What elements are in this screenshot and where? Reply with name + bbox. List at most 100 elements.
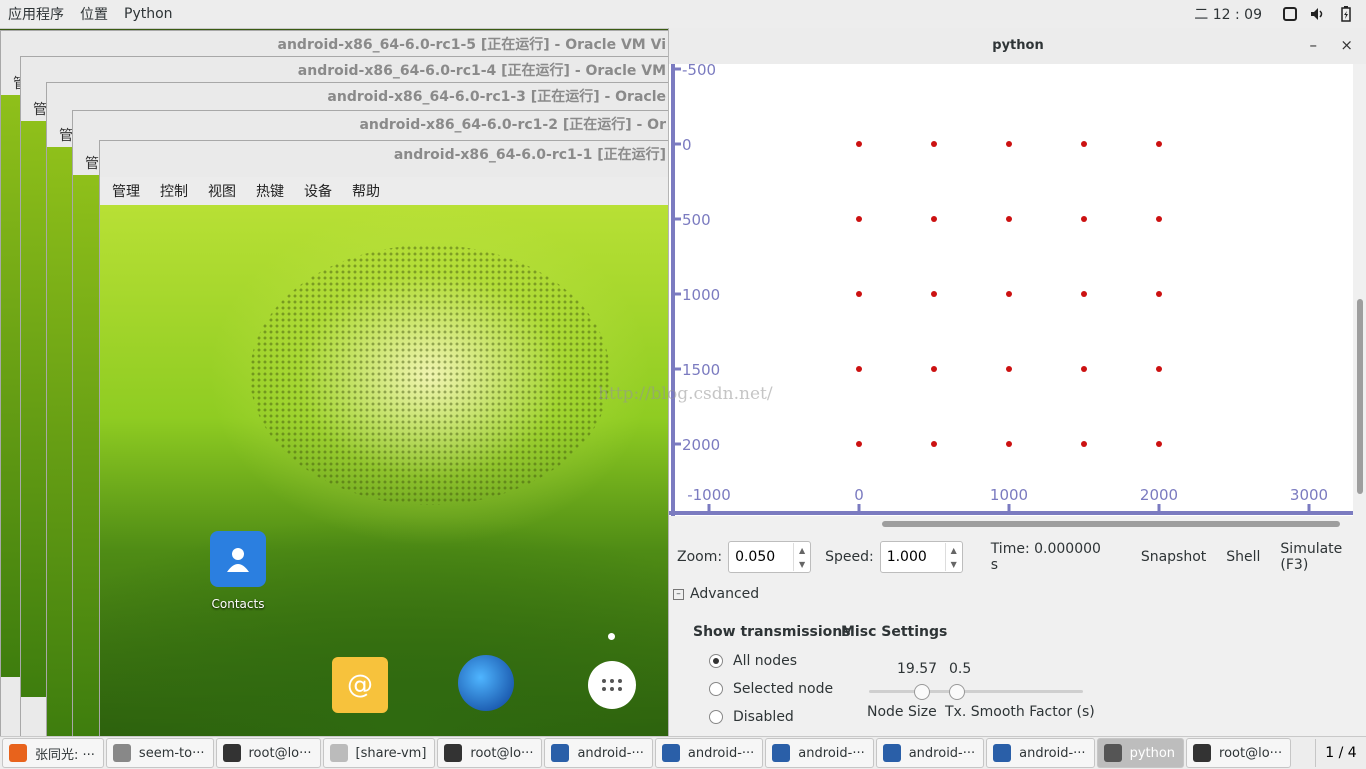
browser-globe-icon[interactable] [458, 655, 514, 711]
taskbar-item[interactable]: [share-vm] [322, 738, 436, 768]
taskbar-item[interactable]: root@lo··· [437, 738, 543, 768]
snapshot-button[interactable]: Snapshot [1141, 549, 1206, 565]
vm-menu-edge[interactable]: 管 [33, 99, 47, 119]
top-panel: 应用程序 位置 Python 二 12 : 09 [0, 0, 1366, 29]
window-icon[interactable] [1282, 6, 1298, 22]
taskbar-item[interactable]: seem-to··· [105, 738, 214, 768]
vm-menu-view[interactable]: 视图 [208, 181, 236, 201]
chevron-up-icon[interactable]: ▲ [951, 546, 957, 555]
taskbar-item-label: 张同光: ··· [35, 747, 95, 763]
node-point [1156, 216, 1162, 222]
taskbar-item[interactable]: 张同光: ··· [2, 738, 104, 768]
app-icon [1193, 744, 1212, 762]
menu-applications[interactable]: 应用程序 [0, 4, 72, 24]
taskbar-item-label: android-··· [798, 745, 865, 761]
chevron-down-icon[interactable]: ▼ [951, 560, 957, 569]
clock[interactable]: 二 12 : 09 [1194, 4, 1262, 24]
vm-menu-edge[interactable]: 管 [59, 125, 73, 145]
taskbar-item-label: android-··· [1019, 745, 1086, 761]
vm-window-title: android-x86_64-6.0-rc1-5 [正在运行] - Oracle… [277, 37, 666, 53]
advanced-expander[interactable]: – Advanced [673, 586, 759, 602]
node-point [1156, 141, 1162, 147]
horizontal-scrollbar[interactable] [669, 516, 1353, 532]
node-point [931, 366, 937, 372]
android-home-screen[interactable]: Contacts @ [100, 205, 670, 737]
node-point [931, 141, 937, 147]
vm-window-1[interactable]: android-x86_64-6.0-rc1-1 [正在运行] 管理 控制 视图… [99, 140, 671, 738]
smooth-factor-slider-handle[interactable] [948, 684, 965, 700]
vm-menu-help[interactable]: 帮助 [352, 181, 380, 201]
zoom-label: Zoom: [677, 549, 723, 565]
taskbar-item[interactable]: android-··· [765, 738, 874, 768]
vertical-scrollbar[interactable] [1353, 64, 1366, 516]
smooth-factor-slider[interactable] [949, 690, 1083, 693]
battery-icon[interactable] [1338, 6, 1354, 22]
simulate-button[interactable]: Simulate (F3) [1280, 541, 1366, 573]
vm-menu-edge[interactable]: 管 [85, 153, 99, 173]
speed-spinbox[interactable]: ▲▼ [879, 541, 963, 573]
contacts-app[interactable]: Contacts [208, 531, 268, 611]
node-point [856, 216, 862, 222]
app-icon [1103, 744, 1122, 762]
app-drawer-icon[interactable] [588, 661, 636, 709]
close-button[interactable]: × [1340, 36, 1353, 54]
contacts-label: Contacts [211, 597, 265, 611]
vm-menu-devices[interactable]: 设备 [304, 181, 332, 201]
advanced-label: Advanced [690, 586, 760, 602]
taskbar-item-label: python [1129, 745, 1176, 761]
node-point [1081, 216, 1087, 222]
chevron-up-icon[interactable]: ▲ [799, 546, 805, 555]
x-tick-label: 0 [854, 486, 864, 504]
smooth-factor-label: Tx. Smooth Factor (s) [945, 704, 1095, 720]
python-window[interactable]: python – × -500 0 500 1000 1500 2000 -1000 0 100… [668, 28, 1366, 736]
radio-all-nodes[interactable]: All nodes [709, 653, 797, 669]
wallpaper-pattern [250, 245, 610, 505]
contacts-icon[interactable] [210, 531, 266, 587]
collapse-icon[interactable]: – [673, 588, 684, 600]
email-icon[interactable]: @ [332, 657, 388, 713]
taskbar-item-label: seem-to··· [138, 745, 205, 761]
taskbar-item[interactable]: root@lo··· [215, 738, 321, 768]
radio-button[interactable] [709, 710, 723, 724]
menu-places[interactable]: 位置 [72, 4, 116, 24]
taskbar-item[interactable]: android-··· [986, 738, 1095, 768]
vm-window-title: android-x86_64-6.0-rc1-3 [正在运行] - Oracle [327, 89, 666, 105]
zoom-input[interactable] [729, 549, 794, 565]
app-icon [882, 744, 901, 762]
simulation-canvas[interactable]: -500 0 500 1000 1500 2000 -1000 0 1000 2000 3000 [669, 64, 1353, 516]
zoom-spinbox[interactable]: ▲▼ [728, 541, 812, 573]
speed-label: Speed: [825, 549, 874, 565]
python-window-title: python [992, 38, 1044, 53]
taskbar-item[interactable]: android-··· [654, 738, 764, 768]
zoom-stepper[interactable]: ▲ ▼ [793, 543, 810, 571]
node-scatter-chart[interactable]: -500 0 500 1000 1500 2000 -1000 0 1000 2000 3000 [669, 64, 1353, 516]
radio-selected-node[interactable]: Selected node [709, 681, 833, 697]
vm-menu-control[interactable]: 控制 [160, 181, 188, 201]
node-size-label: Node Size [867, 704, 937, 720]
radio-button[interactable] [709, 682, 723, 696]
taskbar-item[interactable]: android-··· [544, 738, 653, 768]
taskbar-item-label: android-··· [687, 745, 755, 761]
horizontal-scroll-thumb[interactable] [882, 521, 1340, 527]
taskbar-item[interactable]: android-··· [875, 738, 985, 768]
vertical-scroll-thumb[interactable] [1357, 299, 1363, 494]
minimize-button[interactable]: – [1310, 36, 1318, 54]
radio-button[interactable] [709, 654, 723, 668]
show-transmissions-title: Show transmissions [693, 624, 851, 640]
shell-button[interactable]: Shell [1226, 549, 1260, 565]
python-titlebar[interactable]: python – × [669, 28, 1366, 65]
node-point [856, 141, 862, 147]
chevron-down-icon[interactable]: ▼ [799, 560, 805, 569]
volume-icon[interactable] [1310, 6, 1326, 22]
menu-python[interactable]: Python [116, 6, 181, 22]
node-point [1006, 141, 1012, 147]
speed-stepper[interactable]: ▲ ▼ [944, 543, 962, 571]
node-size-slider-handle[interactable] [914, 684, 930, 700]
taskbar-item[interactable]: python [1096, 738, 1185, 768]
radio-disabled[interactable]: Disabled [709, 709, 794, 725]
taskbar-item[interactable]: root@lo··· [1186, 738, 1292, 768]
speed-input[interactable] [880, 549, 945, 565]
vm-menu-hotkeys[interactable]: 热键 [256, 181, 284, 201]
workspace-pager[interactable]: 1 / 4 [1315, 739, 1366, 767]
vm-menu-manage[interactable]: 管理 [112, 181, 140, 201]
